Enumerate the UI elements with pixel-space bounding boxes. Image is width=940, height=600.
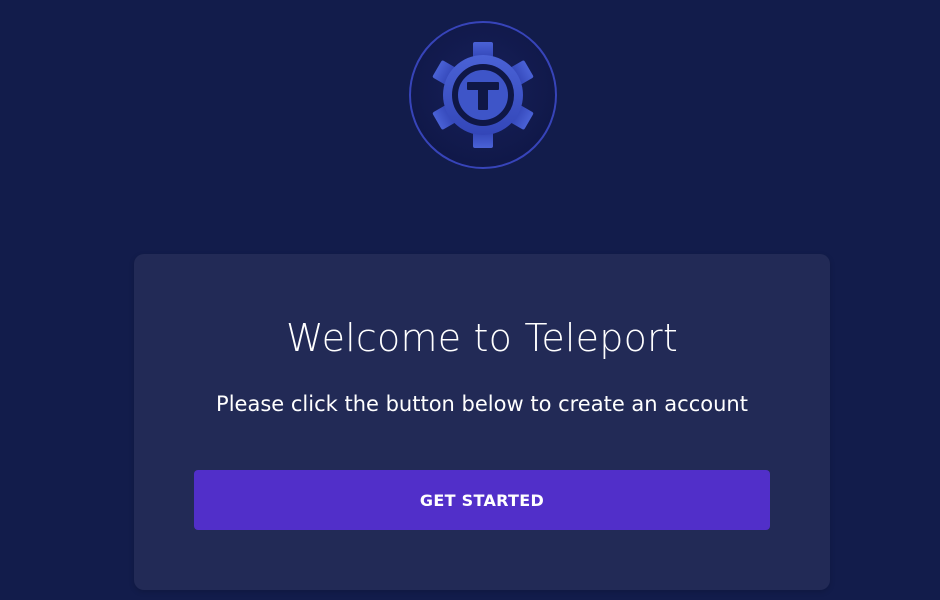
welcome-title: Welcome to Teleport xyxy=(286,316,678,360)
get-started-button[interactable]: GET STARTED xyxy=(194,470,770,530)
welcome-subtitle: Please click the button below to create … xyxy=(216,392,748,416)
teleport-logo-icon xyxy=(407,19,559,171)
welcome-card: Welcome to Teleport Please click the but… xyxy=(134,254,830,590)
